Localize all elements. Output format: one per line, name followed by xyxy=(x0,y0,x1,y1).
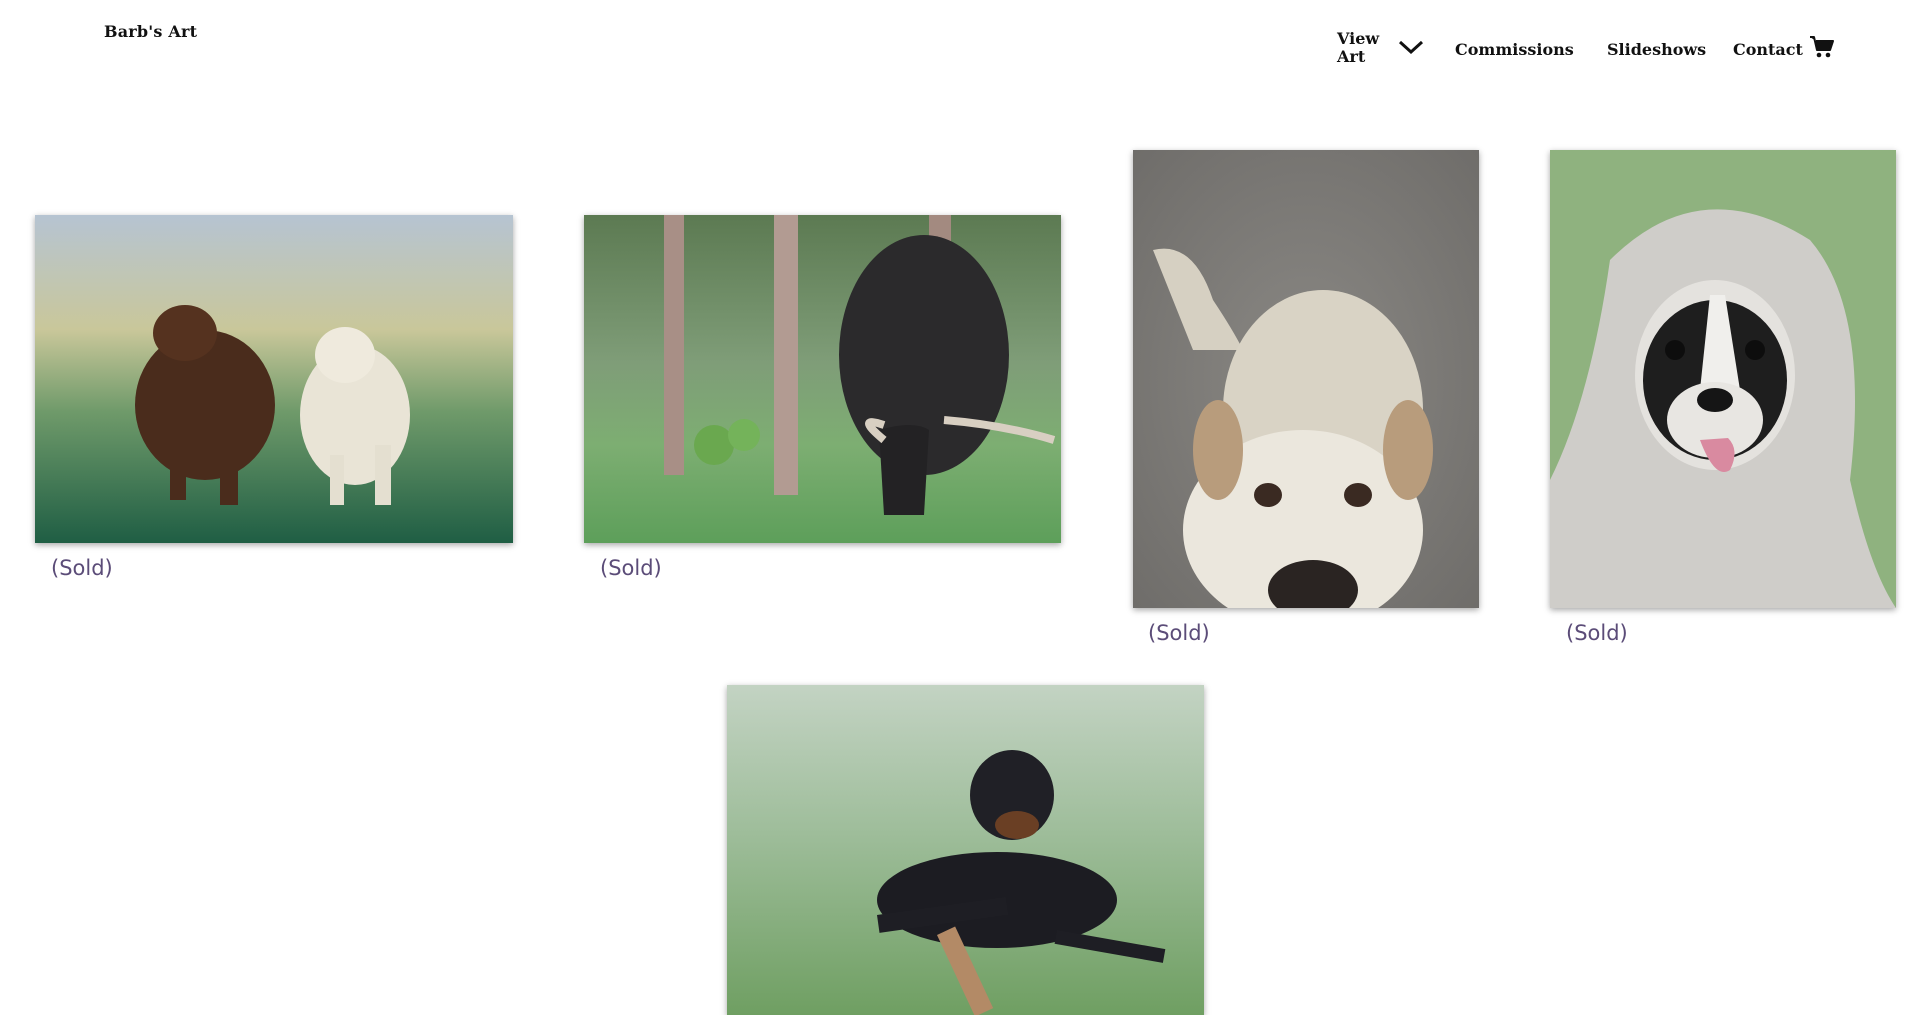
nav-contact[interactable]: Contact xyxy=(1733,40,1803,59)
main-nav: View Art Commissions Slideshows Contact xyxy=(0,28,1920,72)
artwork-caption: (Sold) xyxy=(1148,621,1210,645)
artwork-caption: (Sold) xyxy=(600,556,662,580)
chevron-down-icon[interactable] xyxy=(1397,38,1425,56)
artwork-caption: (Sold) xyxy=(1566,621,1628,645)
artwork-labradors-image xyxy=(35,215,513,543)
artwork-caption: (Sold) xyxy=(51,556,113,580)
artwork-boston-terrier-image xyxy=(1550,150,1896,608)
artwork-boston-terrier[interactable] xyxy=(1550,150,1896,608)
cart-icon[interactable] xyxy=(1809,34,1835,60)
artwork-terrier[interactable] xyxy=(1133,150,1479,608)
artwork-terrier-image xyxy=(1133,150,1479,608)
artwork-rottweiler[interactable] xyxy=(727,685,1204,1015)
artwork-labradors[interactable] xyxy=(35,215,513,543)
artwork-highland-cow-image xyxy=(584,215,1061,543)
nav-commissions[interactable]: Commissions xyxy=(1455,40,1574,59)
nav-slideshows[interactable]: Slideshows xyxy=(1607,40,1706,59)
nav-view-art[interactable]: View Art xyxy=(1337,30,1387,66)
artwork-rottweiler-image xyxy=(727,685,1204,1015)
artwork-highland-cow[interactable] xyxy=(584,215,1061,543)
